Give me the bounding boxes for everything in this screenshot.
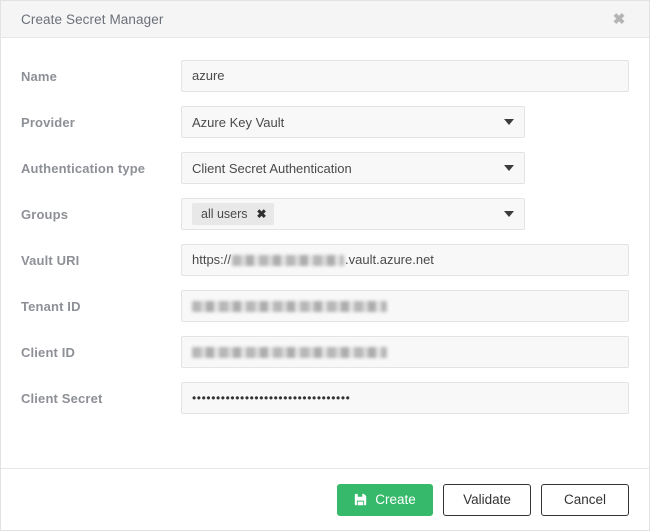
redacted-tenant-id bbox=[192, 300, 387, 312]
vault-uri-value: https:// .vault.azure.net bbox=[192, 245, 434, 275]
label-groups: Groups bbox=[21, 206, 69, 222]
form-row-vault-uri: Vault URI https:// .vault.azure.net bbox=[21, 244, 629, 276]
control-provider: Azure Key Vault bbox=[181, 106, 629, 138]
chevron-down-icon bbox=[504, 211, 514, 217]
provider-selected-value: Azure Key Vault bbox=[192, 114, 285, 130]
client-secret-input[interactable]: ••••••••••••••••••••••••••••••••• bbox=[181, 382, 629, 414]
label-vault-uri: Vault URI bbox=[21, 252, 80, 268]
close-icon[interactable]: ✖ bbox=[609, 9, 629, 29]
label-provider: Provider bbox=[21, 114, 75, 130]
form-row-name: Name azure bbox=[21, 60, 629, 92]
cancel-button-label: Cancel bbox=[563, 492, 607, 507]
groups-tag-list: all users ✖ bbox=[192, 203, 496, 225]
cancel-button[interactable]: Cancel bbox=[541, 483, 629, 516]
dialog-header: Create Secret Manager ✖ bbox=[1, 1, 649, 38]
form-row-client-id: Client ID bbox=[21, 336, 629, 368]
chevron-down-icon bbox=[504, 119, 514, 125]
dialog-footer: Create Validate Cancel bbox=[1, 468, 649, 530]
label-name: Name bbox=[21, 68, 58, 84]
vault-uri-prefix: https:// bbox=[192, 252, 232, 267]
authentication-type-selected-value: Client Secret Authentication bbox=[192, 160, 352, 176]
dialog-body: Name azure Provider Azure Key Vault Auth… bbox=[1, 38, 649, 468]
tenant-id-input[interactable] bbox=[181, 290, 629, 322]
control-tenant-id bbox=[181, 290, 629, 322]
authentication-type-select[interactable]: Client Secret Authentication bbox=[181, 152, 525, 184]
redacted-vault-name bbox=[232, 254, 345, 266]
group-tag: all users ✖ bbox=[192, 203, 274, 225]
form-row-tenant-id: Tenant ID bbox=[21, 290, 629, 322]
form-row-authentication-type: Authentication type Client Secret Authen… bbox=[21, 152, 629, 184]
provider-select[interactable]: Azure Key Vault bbox=[181, 106, 525, 138]
label-tenant-id: Tenant ID bbox=[21, 298, 81, 314]
dialog-title: Create Secret Manager bbox=[21, 11, 164, 27]
label-client-id: Client ID bbox=[21, 344, 76, 360]
control-client-id bbox=[181, 336, 629, 368]
control-name: azure bbox=[181, 60, 629, 92]
control-groups: all users ✖ bbox=[181, 198, 629, 230]
form-row-provider: Provider Azure Key Vault bbox=[21, 106, 629, 138]
label-authentication-type: Authentication type bbox=[21, 160, 146, 176]
create-button-label: Create bbox=[375, 492, 416, 507]
control-client-secret: ••••••••••••••••••••••••••••••••• bbox=[181, 382, 629, 414]
validate-button-label: Validate bbox=[463, 492, 511, 507]
client-secret-masked-value: ••••••••••••••••••••••••••••••••• bbox=[192, 391, 351, 405]
create-secret-manager-dialog: Create Secret Manager ✖ Name azure Provi… bbox=[0, 0, 650, 531]
vault-uri-input[interactable]: https:// .vault.azure.net bbox=[181, 244, 629, 276]
client-id-input[interactable] bbox=[181, 336, 629, 368]
control-authentication-type: Client Secret Authentication bbox=[181, 152, 629, 184]
label-client-secret: Client Secret bbox=[21, 390, 103, 406]
control-vault-uri: https:// .vault.azure.net bbox=[181, 244, 629, 276]
vault-uri-suffix: .vault.azure.net bbox=[345, 252, 434, 267]
chevron-down-icon bbox=[504, 165, 514, 171]
save-icon bbox=[354, 493, 367, 506]
validate-button[interactable]: Validate bbox=[443, 483, 531, 516]
name-input[interactable]: azure bbox=[181, 60, 629, 92]
redacted-client-id bbox=[192, 346, 387, 358]
form-row-client-secret: Client Secret ••••••••••••••••••••••••••… bbox=[21, 382, 629, 414]
groups-multiselect[interactable]: all users ✖ bbox=[181, 198, 525, 230]
group-tag-label: all users bbox=[201, 207, 248, 221]
form-row-groups: Groups all users ✖ bbox=[21, 198, 629, 230]
create-button[interactable]: Create bbox=[337, 483, 433, 516]
remove-group-tag-icon[interactable]: ✖ bbox=[257, 208, 267, 220]
